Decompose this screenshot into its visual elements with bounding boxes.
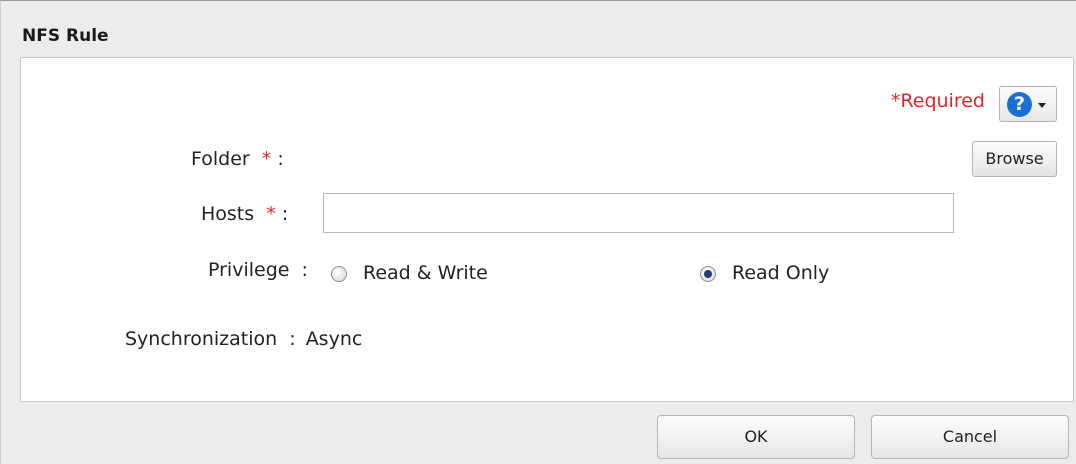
privilege-label: Privilege [208, 259, 290, 281]
folder-label: Folder [191, 148, 250, 170]
hosts-input[interactable] [323, 193, 954, 233]
ok-button[interactable]: OK [657, 415, 855, 459]
help-icon: ? [1007, 92, 1032, 117]
folder-colon: : [277, 148, 284, 170]
read-write-label[interactable]: Read & Write [363, 262, 488, 284]
caret-down-icon [1038, 103, 1046, 108]
sync-label: Synchronization [125, 328, 278, 350]
read-only-label[interactable]: Read Only [732, 262, 829, 284]
dialog-content: *Required ? Folder * : Browse Hosts * : … [20, 57, 1074, 402]
hosts-colon: : [281, 203, 289, 225]
required-label: *Required [890, 90, 985, 112]
hosts-label-group: Hosts * : [201, 203, 288, 225]
sync-label-group: Synchronization : Async [125, 328, 362, 350]
privilege-label-group: Privilege : [208, 259, 308, 281]
sync-colon: : [289, 328, 296, 350]
hosts-required-star: * [266, 203, 276, 225]
dialog-title: NFS Rule [22, 26, 109, 46]
help-button[interactable]: ? [999, 86, 1057, 122]
privilege-colon: : [301, 259, 308, 281]
hosts-label: Hosts [201, 203, 255, 225]
folder-label-group: Folder * : [191, 148, 284, 170]
title-bar: NFS Rule [1, 1, 1076, 53]
nfs-rule-dialog: NFS Rule *Required ? Folder * : Browse H… [0, 0, 1076, 464]
folder-required-star: * [261, 148, 272, 170]
sync-value: Async [305, 328, 363, 350]
read-only-radio[interactable] [700, 266, 716, 282]
browse-button[interactable]: Browse [972, 141, 1057, 177]
read-write-radio[interactable] [331, 266, 347, 282]
cancel-button[interactable]: Cancel [871, 415, 1069, 459]
